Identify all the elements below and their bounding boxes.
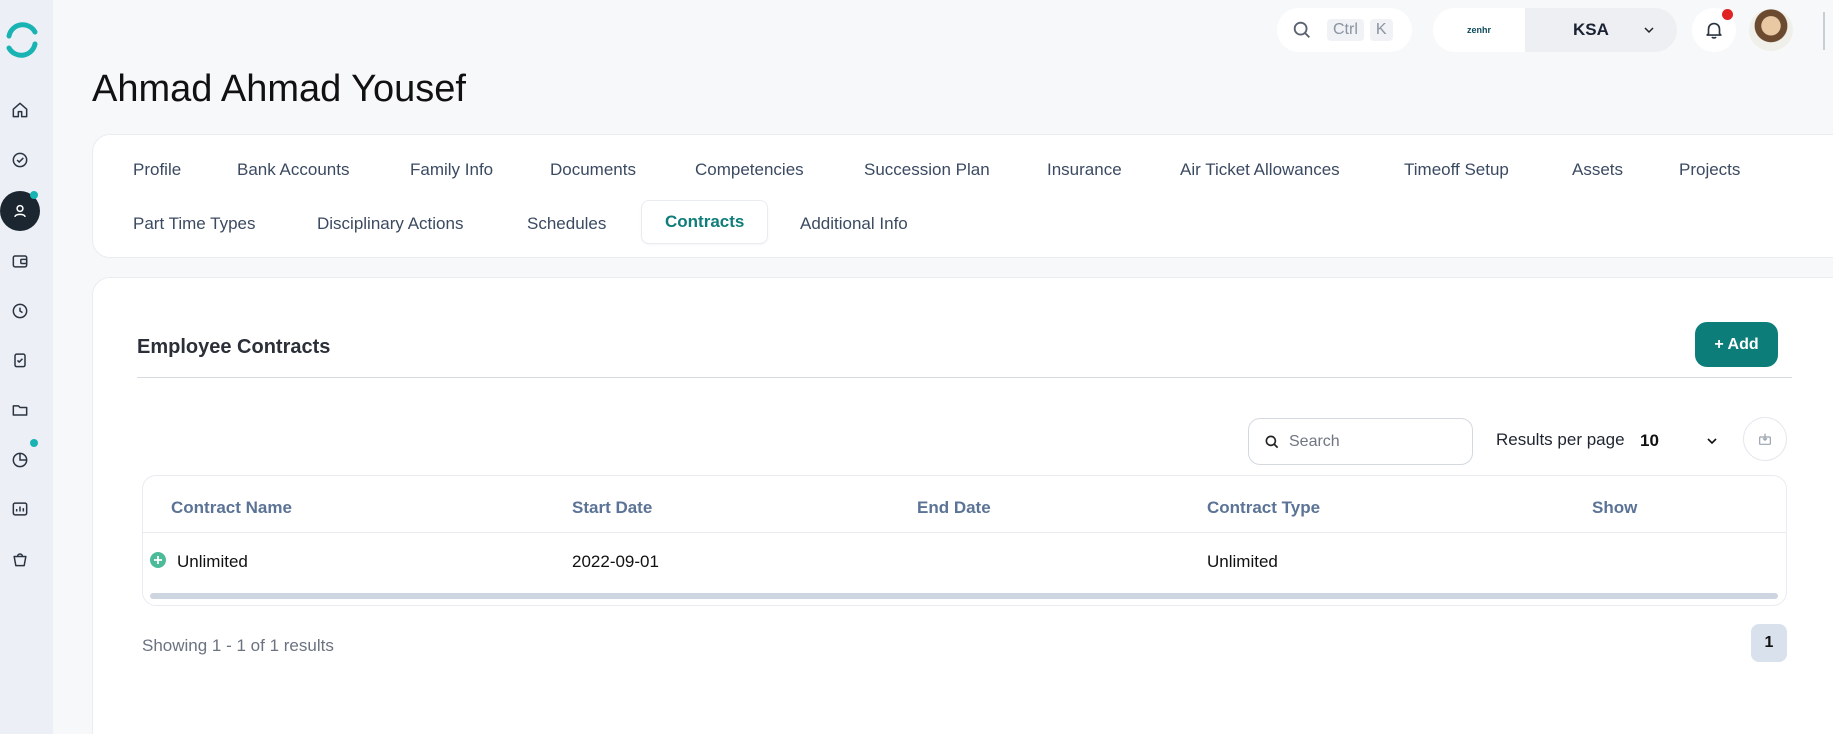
column-header-contract-name[interactable]: Contract Name (171, 498, 292, 518)
tab-profile[interactable]: Profile (133, 160, 181, 180)
bell-icon (1706, 22, 1722, 39)
clock-icon (12, 303, 28, 319)
column-header-end-date[interactable]: End Date (917, 498, 991, 518)
export-icon (1759, 433, 1771, 445)
tab-assets[interactable]: Assets (1572, 160, 1623, 180)
home-icon (12, 102, 28, 118)
tabs-card (92, 134, 1833, 258)
page-title: Ahmad Ahmad Yousef (92, 68, 466, 110)
tab-part-time-types[interactable]: Part Time Types (133, 214, 256, 234)
results-per-page-label: Results per page (1496, 430, 1625, 449)
chevron-down-icon (1707, 438, 1717, 445)
cell-start-date: 2022-09-01 (572, 552, 659, 571)
pagination-summary: Showing 1 - 1 of 1 results (142, 636, 334, 655)
sidebar-item-tasks[interactable] (0, 140, 40, 180)
table-search[interactable] (1248, 418, 1473, 465)
folder-icon (12, 405, 28, 416)
global-search[interactable]: Ctrl K (1277, 8, 1412, 52)
horizontal-scrollbar[interactable] (150, 593, 1778, 599)
country-value: KSA (1573, 20, 1609, 39)
chevron-down-icon (1644, 27, 1654, 34)
column-header-contract-type[interactable]: Contract Type (1207, 498, 1320, 518)
app-logo-icon[interactable] (3, 20, 41, 60)
notifications-button[interactable] (1692, 8, 1736, 52)
notification-dot (30, 191, 38, 199)
column-header-start-date[interactable]: Start Date (572, 498, 652, 518)
tab-timeoff-setup[interactable]: Timeoff Setup (1404, 160, 1509, 180)
search-icon (1265, 435, 1279, 448)
sidebar-item-approvals[interactable] (0, 340, 40, 380)
tab-succession-plan[interactable]: Succession Plan (864, 160, 990, 180)
tab-additional-info[interactable]: Additional Info (800, 214, 908, 234)
sidebar-item-attendance[interactable] (0, 291, 40, 331)
export-button[interactable] (1743, 417, 1787, 461)
tab-air-ticket-allowances[interactable]: Air Ticket Allowances (1180, 160, 1340, 180)
tab-documents[interactable]: Documents (550, 160, 636, 180)
cell-contract-name: Unlimited (177, 552, 248, 571)
search-icon (1293, 21, 1310, 38)
shopping-bag-icon (13, 553, 27, 567)
pie-chart-icon (12, 452, 28, 468)
tab-family-info[interactable]: Family Info (410, 160, 493, 180)
wallet-icon (12, 255, 28, 268)
cell-contract-type: Unlimited (1207, 552, 1278, 571)
contracts-table: Contract Name Start Date End Date Contra… (142, 475, 1787, 606)
notification-dot (30, 439, 38, 447)
tab-competencies[interactable]: Competencies (695, 160, 804, 180)
section-title: Employee Contracts (137, 336, 331, 358)
sidebar-item-analytics[interactable] (0, 489, 40, 529)
company-switcher[interactable]: zenhr KSA (1433, 8, 1677, 52)
tab-disciplinary-actions[interactable]: Disciplinary Actions (317, 214, 463, 234)
row-divider (143, 532, 1786, 533)
results-per-page-value: 10 (1640, 431, 1659, 450)
row-expand-icon[interactable] (150, 552, 166, 568)
clipboard-check-icon (14, 353, 26, 368)
check-circle-icon (12, 152, 28, 168)
country-select[interactable]: KSA (1525, 8, 1677, 52)
section-divider (137, 377, 1792, 378)
tab-projects[interactable]: Projects (1679, 160, 1740, 180)
page-button-1[interactable]: 1 (1751, 624, 1787, 662)
sidebar-item-home[interactable] (0, 90, 40, 130)
company-logo-text: zenhr (1466, 25, 1491, 35)
tab-schedules[interactable]: Schedules (527, 214, 606, 234)
tab-insurance[interactable]: Insurance (1047, 160, 1122, 180)
notification-badge (1722, 9, 1733, 20)
bar-chart-icon (12, 502, 28, 516)
column-header-show[interactable]: Show (1592, 498, 1637, 518)
avatar[interactable] (1749, 9, 1793, 51)
user-icon (14, 204, 26, 218)
results-per-page-select[interactable]: 10 (1640, 428, 1720, 454)
company-logo: zenhr (1433, 8, 1525, 52)
divider (1823, 12, 1825, 50)
sidebar-item-payroll[interactable] (0, 241, 40, 281)
shortcut-ctrl: Ctrl (1327, 19, 1364, 41)
sidebar-item-store[interactable] (0, 539, 40, 579)
shortcut-k: K (1369, 19, 1393, 41)
tab-contracts[interactable]: Contracts (641, 200, 769, 244)
table-search-input[interactable] (1289, 432, 1459, 451)
sidebar-item-documents[interactable] (0, 390, 40, 430)
tab-bank-accounts[interactable]: Bank Accounts (237, 160, 349, 180)
sidebar (0, 0, 53, 734)
add-contract-button[interactable]: + Add (1695, 322, 1778, 367)
